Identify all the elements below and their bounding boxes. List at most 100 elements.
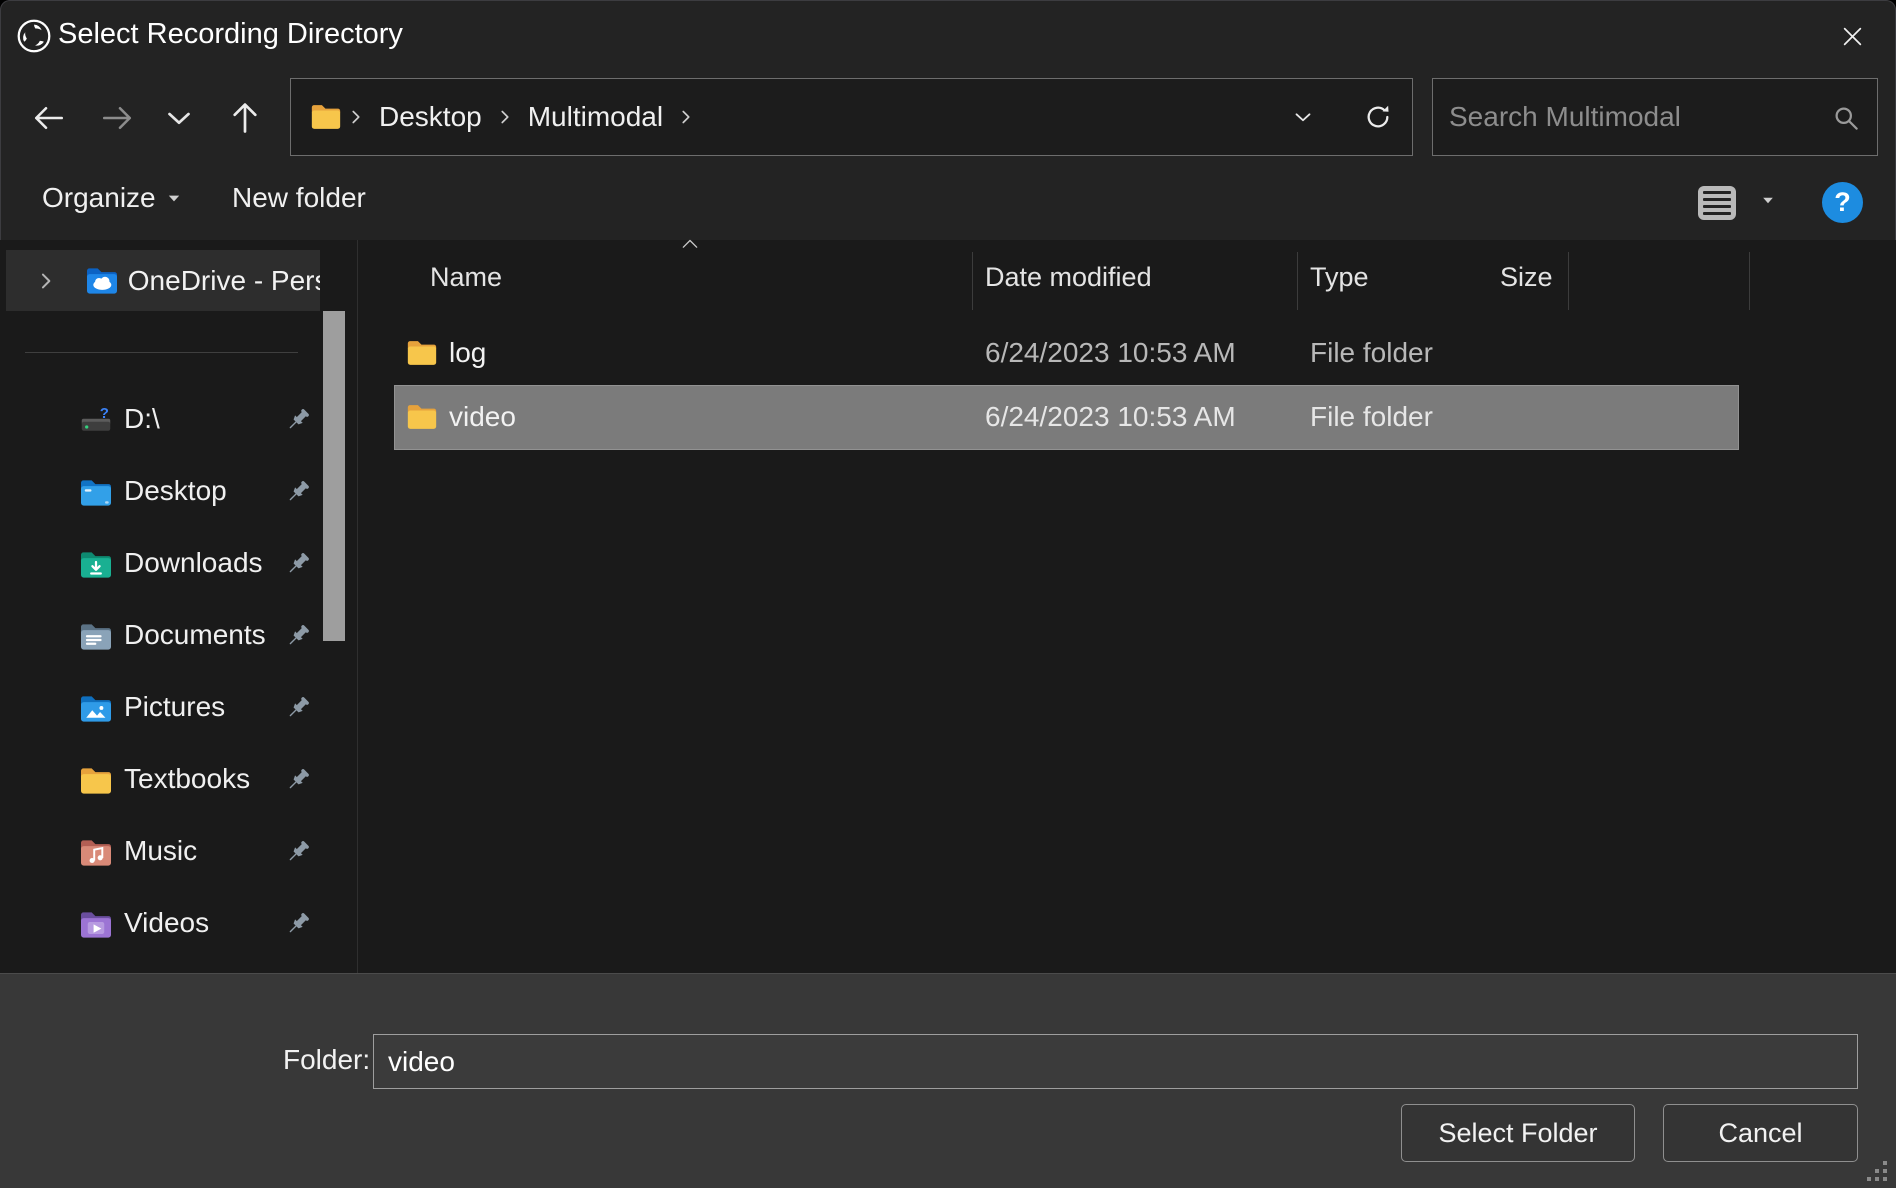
close-icon [1839, 23, 1866, 50]
pin-icon[interactable] [283, 765, 313, 795]
drive-icon: ? [78, 403, 114, 439]
help-button[interactable]: ? [1822, 182, 1863, 223]
breadcrumb[interactable]: Desktop Multimodal [290, 78, 1413, 156]
sidebar-item-music[interactable]: Music [0, 817, 322, 889]
column-header-size[interactable]: Size [1500, 248, 1553, 306]
breadcrumb-chevron-icon[interactable] [345, 106, 367, 128]
sort-ascending-icon [680, 236, 700, 250]
folder-label: Folder: [283, 1044, 370, 1076]
recent-locations-button[interactable] [160, 99, 198, 137]
file-list: Name Date modified Type Size log 6/24/20… [360, 240, 1896, 973]
column-header-date-modified[interactable]: Date modified [985, 248, 1152, 306]
obs-logo-icon [16, 18, 52, 54]
downloads-folder-icon [78, 547, 114, 583]
select-recording-directory-dialog: Select Recording Directory Desktop Multi… [0, 0, 1896, 1188]
desktop-folder-icon [78, 475, 114, 511]
sidebar-item-onedrive[interactable]: OneDrive - Personal [6, 250, 320, 311]
file-name: log [449, 337, 486, 369]
file-date-modified: 6/24/2023 10:53 AM [985, 337, 1236, 369]
sidebar-item-desktop[interactable]: Desktop [0, 457, 322, 529]
scrollbar-thumb[interactable] [323, 311, 345, 641]
up-button[interactable] [226, 99, 264, 137]
breadcrumb-chevron-icon[interactable] [494, 106, 516, 128]
search-icon[interactable] [1831, 103, 1861, 133]
column-divider [1749, 252, 1750, 310]
music-folder-icon [78, 835, 114, 871]
breadcrumb-chevron-icon[interactable] [675, 106, 697, 128]
sidebar-item-label: Downloads [124, 547, 263, 579]
cancel-button[interactable]: Cancel [1663, 1104, 1858, 1162]
forward-arrow-icon [99, 100, 135, 136]
pin-icon[interactable] [283, 693, 313, 723]
breadcrumb-folder-icon [309, 100, 343, 134]
pictures-folder-icon [78, 691, 114, 727]
column-header-name[interactable]: Name [430, 248, 502, 306]
sidebar-item-label: Textbooks [124, 763, 250, 795]
sidebar-scrollbar[interactable] [323, 240, 345, 973]
sidebar-item-pictures[interactable]: Pictures [0, 673, 322, 745]
pin-icon[interactable] [283, 621, 313, 651]
address-dropdown-icon[interactable] [1290, 104, 1316, 130]
expander-chevron-icon[interactable] [34, 269, 58, 293]
view-dropdown-icon[interactable] [1763, 198, 1773, 203]
column-header-type[interactable]: Type [1310, 248, 1369, 306]
file-date-modified: 6/24/2023 10:53 AM [985, 401, 1236, 433]
file-row-log[interactable]: log 6/24/2023 10:53 AM File folder [395, 322, 1738, 385]
folder-name-input[interactable] [373, 1034, 1858, 1089]
back-arrow-icon [31, 100, 67, 136]
refresh-icon[interactable] [1362, 101, 1394, 133]
select-folder-button[interactable]: Select Folder [1401, 1104, 1635, 1162]
sidebar-item-label: Desktop [124, 475, 227, 507]
sidebar-item-d[interactable]: ? D:\ [0, 385, 322, 457]
close-button[interactable] [1830, 16, 1874, 56]
chevron-down-icon [160, 99, 198, 137]
breadcrumb-segment-multimodal[interactable]: Multimodal [518, 101, 673, 133]
sidebar-item-label: Videos [124, 907, 209, 939]
file-row-video[interactable]: video 6/24/2023 10:53 AM File folder [395, 386, 1738, 449]
sidebar-item-label: Documents [124, 619, 266, 651]
column-divider [972, 252, 973, 310]
window-title: Select Recording Directory [58, 18, 403, 51]
organize-label: Organize [42, 182, 156, 214]
sidebar-item-downloads[interactable]: Downloads [0, 529, 322, 601]
column-divider [1297, 252, 1298, 310]
command-toolbar: Organize New folder ? [0, 156, 1896, 240]
new-folder-label: New folder [232, 182, 366, 214]
column-divider [1568, 252, 1569, 310]
breadcrumb-segment-desktop[interactable]: Desktop [369, 101, 492, 133]
sidebar-item-label: OneDrive - Personal [128, 265, 320, 297]
organize-button[interactable]: Organize [42, 156, 182, 240]
sidebar-item-label: D:\ [124, 403, 160, 435]
pin-icon[interactable] [283, 909, 313, 939]
organize-dropdown-icon [168, 195, 178, 201]
pin-icon[interactable] [283, 549, 313, 579]
videos-folder-icon [78, 907, 114, 943]
pin-icon[interactable] [283, 405, 313, 435]
search-box [1432, 78, 1878, 156]
new-folder-button[interactable]: New folder [232, 156, 366, 240]
resize-grip[interactable] [1864, 1158, 1890, 1184]
search-input[interactable] [1433, 79, 1877, 155]
textbooks-folder-icon [78, 763, 114, 799]
pin-icon[interactable] [283, 837, 313, 867]
sidebar-item-videos[interactable]: Videos [0, 889, 322, 961]
sidebar-item-label: Pictures [124, 691, 225, 723]
sidebar-item-documents[interactable]: Documents [0, 601, 322, 673]
onedrive-folder-icon [84, 263, 120, 299]
folder-icon [405, 400, 439, 434]
view-mode-button[interactable] [1698, 186, 1736, 220]
pin-icon[interactable] [283, 477, 313, 507]
file-name: video [449, 401, 516, 433]
sidebar-item-textbooks[interactable]: Textbooks [0, 745, 322, 817]
sidebar-separator [25, 352, 298, 353]
sidebar-divider [357, 240, 358, 973]
file-type: File folder [1310, 401, 1433, 433]
folder-icon [405, 336, 439, 370]
content-area: OneDrive - Personal ? D:\ Desktop Downlo… [0, 240, 1896, 973]
forward-button[interactable] [98, 99, 136, 137]
file-type: File folder [1310, 337, 1433, 369]
documents-folder-icon [78, 619, 114, 655]
up-arrow-icon [226, 99, 264, 137]
back-button[interactable] [30, 99, 68, 137]
title-bar: Select Recording Directory [0, 0, 1896, 73]
